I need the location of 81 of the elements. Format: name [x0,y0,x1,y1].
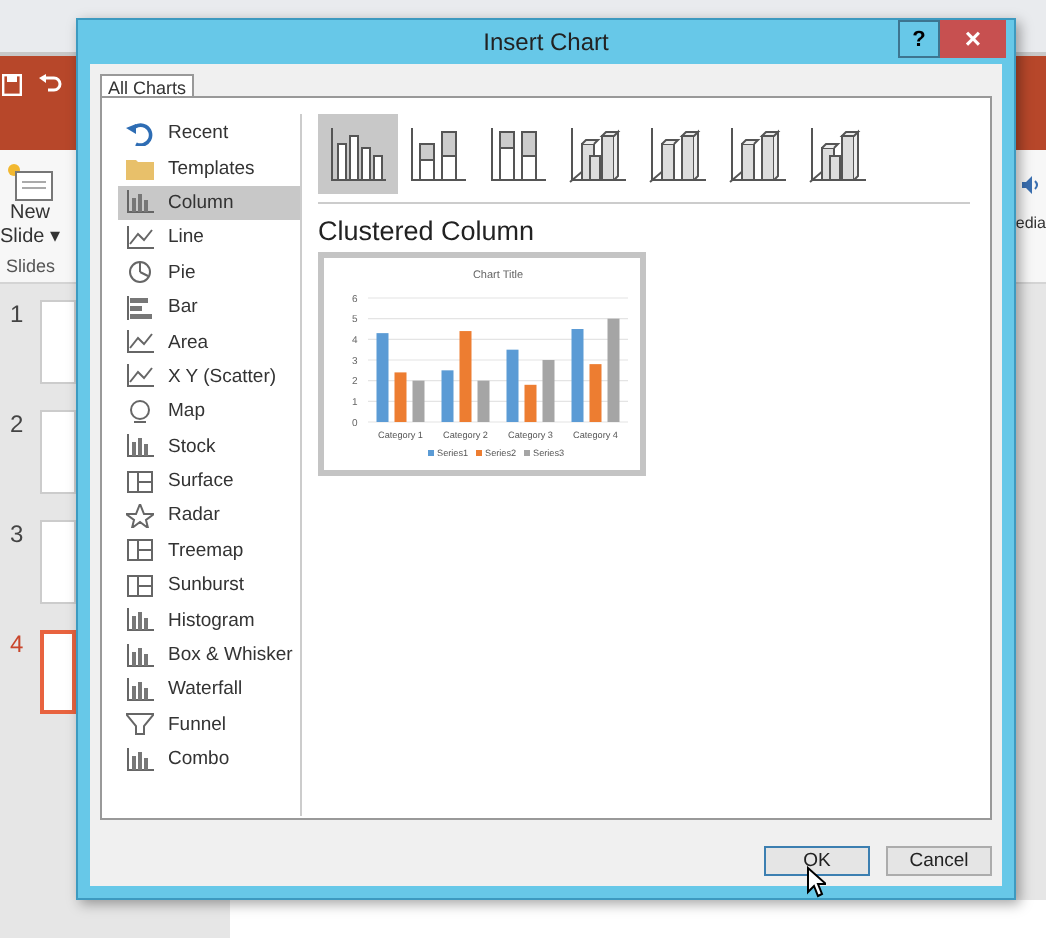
chart-icon [126,677,154,702]
media-label[interactable]: edia [1015,214,1046,232]
chart-type-item[interactable]: Waterfall [118,672,300,708]
chart-bar [412,380,425,422]
chart-subtype-button[interactable] [318,114,398,194]
speaker-icon [1022,176,1040,194]
close-button[interactable]: × [940,20,1006,58]
column-chart-icon [728,124,788,184]
pie-chart-icon [126,260,154,285]
cancel-button[interactable]: Cancel [886,846,992,876]
chart-icon [126,225,154,250]
chart-bar [506,349,519,422]
subtype-title: Clustered Column [318,216,537,246]
chart-icon [126,469,154,494]
new-slide-button[interactable]: New Slide ▾ [0,162,60,250]
slide-thumbnail[interactable] [39,300,76,384]
chart-icon [126,434,154,459]
chart-type-item[interactable]: Area [118,324,300,360]
chart-type-item[interactable]: Pie [118,255,300,290]
chart-icon [126,538,154,563]
ok-button[interactable]: OK [764,846,870,876]
chart-icon [126,364,154,389]
chart-bar [571,329,584,422]
star-icon [126,503,154,528]
tab[interactable]: All Charts [100,74,195,98]
chart-type-item[interactable]: Recent [118,116,300,151]
column-chart-icon [488,124,548,184]
undo-arrow-icon [126,121,154,146]
chart-icon [126,608,154,633]
save-icon[interactable] [2,74,22,96]
slide-number: 4 [10,630,26,658]
window-title: Insert Chart [483,28,609,56]
undo-icon[interactable] [38,74,62,94]
chart-type-item[interactable]: Column [118,185,300,221]
chart-type-item[interactable]: Line [118,220,300,256]
chart-bar [477,380,490,422]
group-label: Slides [6,256,56,276]
help-button[interactable]: ? [898,20,940,58]
chart-type-item[interactable]: Stock [118,429,300,464]
chart-bar [376,333,389,422]
slide-number: 1 [10,300,26,328]
chart-type-item[interactable]: X Y (Scatter) [118,359,300,395]
slide-thumbnail[interactable] [39,520,76,604]
chart-type-item[interactable]: Map [118,394,300,430]
chart-bar [589,364,602,422]
slide-number: 2 [10,410,26,438]
funnel-icon [126,712,154,737]
chart-type-item[interactable]: Histogram [118,602,300,638]
chart-type-item[interactable]: Radar [118,498,300,534]
column-chart-icon [408,124,468,184]
chart-type-item[interactable]: Bar [118,289,300,325]
column-chart-icon [648,124,708,184]
column-chart-icon [328,124,388,184]
chart-type-item[interactable]: Treemap [118,533,300,569]
chart-type-item[interactable]: Surface [118,463,300,499]
chart-icon [126,643,154,668]
chart-bar [394,372,407,422]
chart-icon [126,747,154,772]
chart-icon [126,573,154,598]
chart-icon [126,330,154,355]
chart-icon [126,190,154,215]
folder-icon [126,156,154,181]
chart-bar [441,370,454,422]
chart-type-item[interactable]: Sunburst [118,568,300,603]
column-chart-icon [568,124,628,184]
cursor-icon [806,866,826,898]
new-slide-icon [6,162,54,202]
chart-type-item[interactable]: Funnel [118,707,300,743]
chart-type-item[interactable]: Box & Whisker [118,637,300,673]
chart-type-item[interactable]: Templates [118,150,300,186]
slide-number: 3 [10,520,26,548]
chart-bar [524,384,537,422]
globe-icon [126,399,154,424]
chart-icon [126,295,154,320]
chart-type-item[interactable]: Combo [118,742,300,777]
slide-thumbnail[interactable] [39,410,76,494]
column-chart-icon [808,124,868,184]
chart-bar [607,318,620,422]
chart-bar [542,360,555,422]
slide-thumbnail[interactable] [39,630,76,714]
chart-bar [459,331,472,422]
